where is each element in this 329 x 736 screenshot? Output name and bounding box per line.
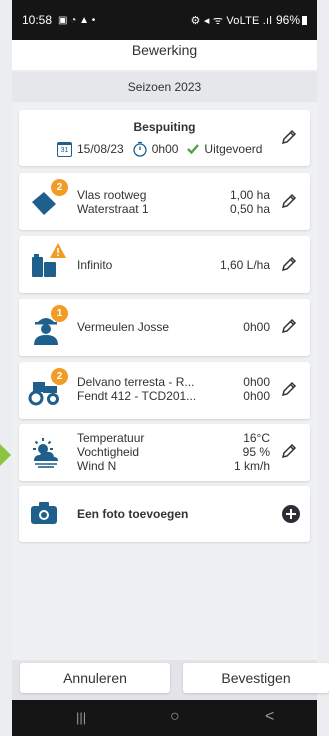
edit-pencil-icon[interactable] [280,128,298,146]
worker-hours: 0h00 [243,320,270,334]
field-name: Vlas rootweg [77,188,147,202]
machine-hours: 0h00 [243,389,270,403]
edit-pencil-icon[interactable] [280,255,298,273]
operation-title: Bespuiting [133,120,196,134]
weather-value: 1 km/h [233,459,270,473]
weather-value: 16°C [243,431,270,445]
status-right-icons: ⚙ ◂ ᯤ VoLTE .ıl [190,14,272,27]
page-header: Bewerking [12,40,317,70]
operation-date: 15/08/23 [77,142,124,156]
status-time: 10:58 [22,13,53,27]
cancel-button[interactable]: Annuleren [20,663,170,693]
system-nav-bar: ||| ○ < [12,700,317,736]
weather-label: Temperatuur [77,431,145,445]
operation-summary-card[interactable]: Bespuiting 31 15/08/23 0h00 Uitgevoerd [19,110,310,166]
home-button[interactable]: ○ [170,708,180,726]
machine-hours: 0h00 [243,375,270,389]
field-area: 1,00 ha [229,188,270,202]
edit-pencil-icon[interactable] [280,380,298,398]
edit-pencil-icon[interactable] [280,317,298,335]
operation-duration: 0h00 [151,142,179,156]
stopwatch-icon [133,141,147,157]
add-photo-label: Een foto toevoegen [77,507,189,521]
weather-card[interactable]: Temperatuur Vochtigheid Wind N 16°C 95 %… [19,424,310,481]
field-name: Waterstraat 1 [77,202,149,216]
machines-card[interactable]: 2 Delvano terresta - R... Fendt 412 - TC… [19,362,310,419]
fields-count-badge: 2 [51,179,68,196]
operation-status: Uitgevoerd [204,142,263,156]
status-bar: 10:58 ▣ ◔ ▲ • ⚙ ◂ ᯤ VoLTE .ıl 96% [12,0,317,40]
product-dose: 1,60 L/ha [219,258,270,272]
battery-icon [302,15,307,25]
worker-name: Vermeulen Josse [77,320,170,334]
camera-icon [31,502,57,524]
product-name: Infinito [77,258,113,272]
check-icon [187,144,200,155]
calendar-icon: 31 [57,141,72,157]
edit-pencil-icon[interactable] [280,192,298,210]
worker-count-badge: 1 [51,305,68,322]
weather-value: 95 % [242,445,270,459]
add-photo-card[interactable]: Een foto toevoegen [19,486,310,542]
page-title: Bewerking [131,42,198,58]
status-left-icons: ▣ ◔ ▲ • [58,14,96,26]
season-bar: Seizoen 2023 [12,72,317,102]
machines-count-badge: 2 [51,368,68,385]
weather-sun-cloud-icon [33,438,58,468]
confirm-button[interactable]: Bevestigen [183,663,329,693]
machine-name: Fendt 412 - TCD201... [77,389,197,403]
product-card[interactable]: Infinito 1,60 L/ha [19,236,310,293]
side-indicator-arrow [0,444,11,466]
worker-card[interactable]: 1 Vermeulen Josse 0h00 [19,299,310,356]
field-area: 0,50 ha [229,202,270,216]
weather-label: Wind N [77,459,117,473]
add-plus-icon[interactable] [282,505,300,523]
season-label: Seizoen 2023 [127,80,202,94]
back-button[interactable]: < [265,708,274,726]
recents-button[interactable]: ||| [76,710,86,725]
edit-pencil-icon[interactable] [280,442,298,460]
weather-label: Vochtigheid [77,445,140,459]
machine-name: Delvano terresta - R... [77,375,195,389]
battery-level: 96% [275,13,300,27]
fields-card[interactable]: 2 Vlas rootweg Waterstraat 1 1,00 ha 0,5… [19,173,310,230]
warning-icon [50,243,66,258]
